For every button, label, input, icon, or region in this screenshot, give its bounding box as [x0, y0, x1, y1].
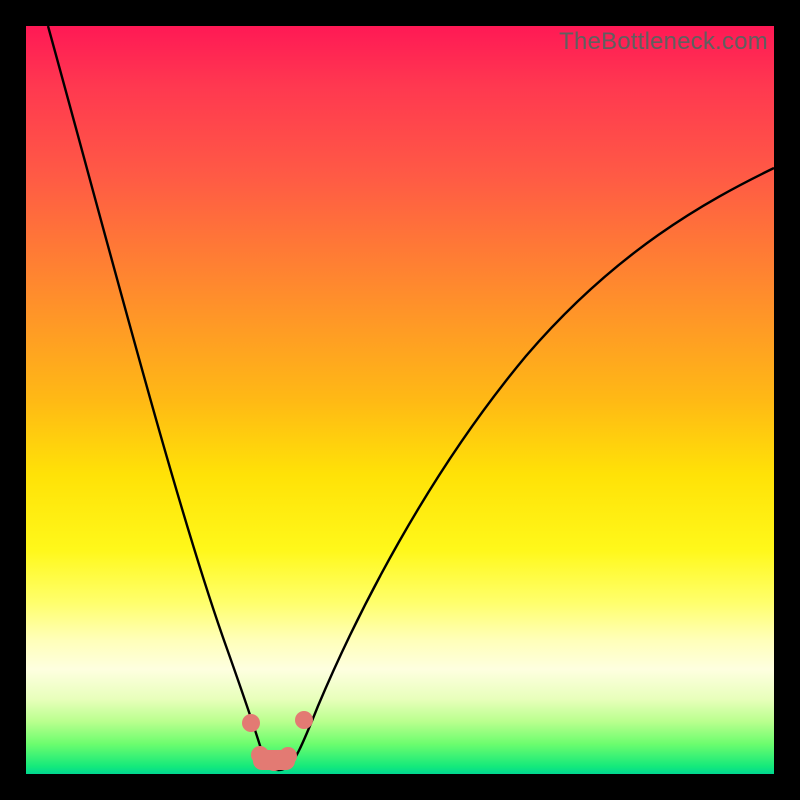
- curve-right-branch: [286, 168, 774, 768]
- plot-area: TheBottleneck.com: [26, 26, 774, 774]
- marker-left-upper: [242, 714, 260, 732]
- bottleneck-curve: [26, 26, 774, 774]
- marker-right-upper: [295, 711, 313, 729]
- marker-bottom-right: [279, 747, 297, 765]
- watermark-label: TheBottleneck.com: [559, 28, 768, 56]
- curve-left-branch: [48, 26, 271, 768]
